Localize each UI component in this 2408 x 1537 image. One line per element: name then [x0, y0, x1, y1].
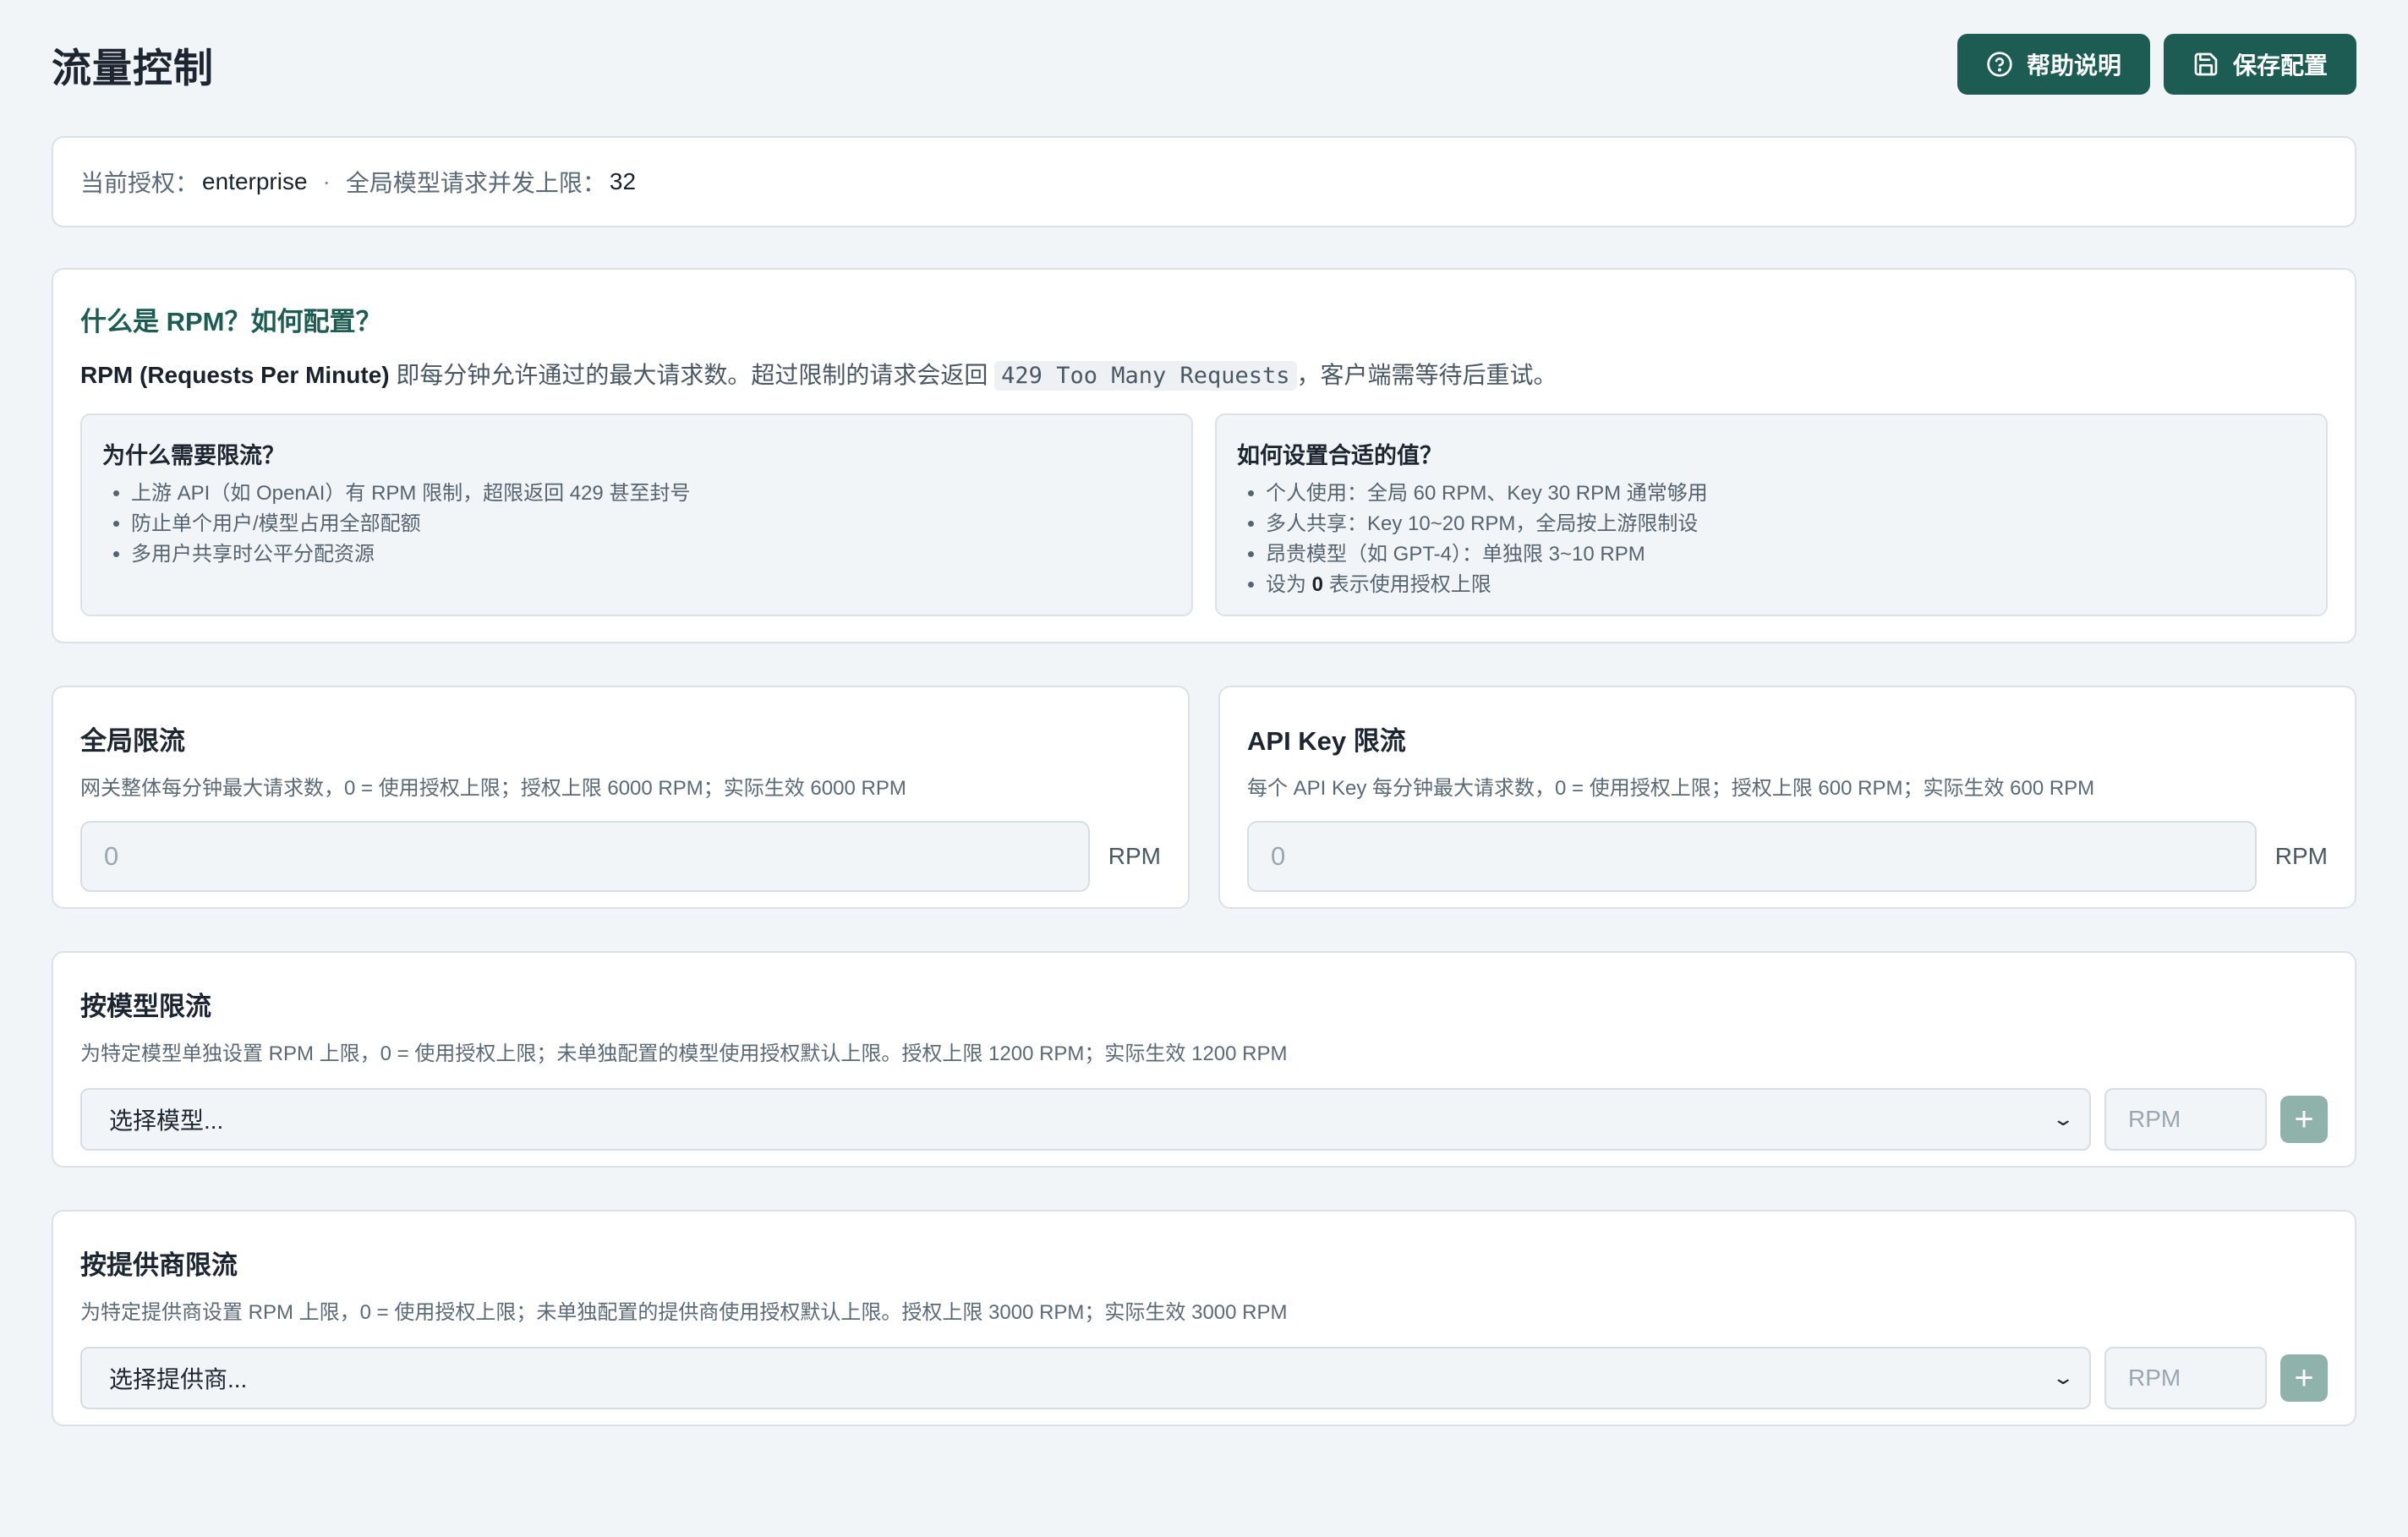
global-limit-desc: 网关整体每分钟最大请求数，0 = 使用授权上限；授权上限 6000 RPM；实际… — [80, 777, 906, 800]
license-separator: · — [322, 168, 331, 194]
provider-select-value: 选择提供商... — [109, 1366, 248, 1392]
list-item: 设为 0 表示使用授权上限 — [1266, 570, 2306, 600]
key-limit-input-row: 0 RPM — [1247, 821, 2328, 892]
key-limit-input[interactable]: 0 — [1247, 821, 2257, 892]
list-item: 上游 API（如 OpenAI）有 RPM 限制，超限返回 429 甚至封号 — [131, 479, 1171, 509]
license-label: 当前授权： — [80, 170, 200, 196]
concurrency-label: 全局模型请求并发上限： — [345, 170, 606, 196]
model-limit-row: 选择模型... ⌄ RPM + — [80, 1088, 2328, 1151]
why-limit-box: 为什么需要限流？ 上游 API（如 OpenAI）有 RPM 限制，超限返回 4… — [80, 413, 1193, 616]
why-limit-title: 为什么需要限流？ — [102, 443, 285, 468]
rpm-help-card: 什么是 RPM？如何配置？ RPM (Requests Per Minute) … — [52, 268, 2356, 643]
license-value: enterprise — [202, 168, 308, 194]
provider-limit-row: 选择提供商... ⌄ RPM + — [80, 1347, 2328, 1409]
save-button-label: 保存配置 — [2232, 52, 2328, 79]
model-select-value: 选择模型... — [109, 1108, 224, 1134]
how-to-set-box: 如何设置合适的值？ 个人使用：全局 60 RPM、Key 30 RPM 通常够用… — [1215, 413, 2328, 616]
list-item-suffix: 表示使用授权上限 — [1323, 573, 1491, 596]
model-limit-title: 按模型限流 — [80, 992, 211, 1021]
model-select[interactable]: 选择模型... ⌄ — [80, 1088, 2091, 1151]
save-button[interactable]: 保存配置 — [2163, 34, 2356, 95]
page-header: 流量控制 帮助说明 保存配置 — [52, 0, 2356, 129]
help-intro-bold: RPM (Requests Per Minute) — [80, 362, 390, 388]
help-button-label: 帮助说明 — [2026, 52, 2121, 79]
how-to-set-list: 个人使用：全局 60 RPM、Key 30 RPM 通常够用 多人共享：Key … — [1237, 479, 2306, 600]
help-intro-tail: ，客户端需等待后重试。 — [1296, 362, 1557, 388]
key-limit-title: API Key 限流 — [1247, 726, 1406, 756]
help-boxes: 为什么需要限流？ 上游 API（如 OpenAI）有 RPM 限制，超限返回 4… — [80, 413, 2328, 616]
list-item: 多用户共享时公平分配资源 — [131, 539, 1171, 570]
question-circle-icon — [1987, 52, 2012, 77]
provider-limit-card: 按提供商限流 为特定提供商设置 RPM 上限，0 = 使用授权上限；未单独配置的… — [52, 1210, 2356, 1426]
page-title: 流量控制 — [52, 45, 214, 90]
key-limit-card: API Key 限流 每个 API Key 每分钟最大请求数，0 = 使用授权上… — [1218, 686, 2356, 909]
list-item: 个人使用：全局 60 RPM、Key 30 RPM 通常够用 — [1266, 479, 2306, 509]
provider-rpm-input[interactable]: RPM — [2104, 1347, 2267, 1409]
global-limit-card: 全局限流 网关整体每分钟最大请求数，0 = 使用授权上限；授权上限 6000 R… — [52, 686, 1190, 909]
concurrency-value: 32 — [609, 168, 637, 194]
global-limit-title: 全局限流 — [80, 726, 185, 756]
provider-select[interactable]: 选择提供商... ⌄ — [80, 1347, 2091, 1409]
chevron-down-icon: ⌄ — [2050, 1108, 2075, 1130]
help-button[interactable]: 帮助说明 — [1956, 34, 2150, 95]
provider-limit-title: 按提供商限流 — [80, 1250, 238, 1280]
key-limit-unit: RPM — [2274, 843, 2328, 869]
help-intro-code: 429 Too Many Requests — [994, 361, 1297, 391]
provider-limit-desc: 为特定提供商设置 RPM 上限，0 = 使用授权上限；未单独配置的提供商使用授权… — [80, 1301, 1288, 1324]
why-limit-list: 上游 API（如 OpenAI）有 RPM 限制，超限返回 429 甚至封号 防… — [102, 479, 1171, 570]
global-limit-input-row: 0 RPM — [80, 821, 1161, 892]
chevron-down-icon: ⌄ — [2050, 1367, 2075, 1388]
global-limit-input[interactable]: 0 — [80, 821, 1090, 892]
help-intro: RPM (Requests Per Minute) 即每分钟允许通过的最大请求数… — [80, 358, 2328, 393]
list-item: 防止单个用户/模型占用全部配额 — [131, 509, 1171, 539]
how-to-set-title: 如何设置合适的值？ — [1237, 443, 1442, 468]
list-item-prefix: 设为 — [1266, 573, 1312, 596]
traffic-control-page: 流量控制 帮助说明 保存配置 当前授权： enterprise · 全局模型请求… — [0, 0, 2408, 1537]
model-limit-card: 按模型限流 为特定模型单独设置 RPM 上限，0 = 使用授权上限；未单独配置的… — [52, 951, 2356, 1168]
list-item: 昂贵模型（如 GPT-4）：单独限 3~10 RPM — [1266, 539, 2306, 570]
list-item-bold: 0 — [1311, 573, 1324, 596]
add-model-limit-button[interactable]: + — [2280, 1096, 2328, 1143]
model-limit-desc: 为特定模型单独设置 RPM 上限，0 = 使用授权上限；未单独配置的模型使用授权… — [80, 1042, 1288, 1065]
license-info-bar: 当前授权： enterprise · 全局模型请求并发上限： 32 — [52, 136, 2356, 227]
header-actions: 帮助说明 保存配置 — [1956, 34, 2356, 95]
add-provider-limit-button[interactable]: + — [2280, 1354, 2328, 1402]
help-title: 什么是 RPM？如何配置？ — [80, 307, 382, 336]
limit-row: 全局限流 网关整体每分钟最大请求数，0 = 使用授权上限；授权上限 6000 R… — [52, 686, 2356, 909]
help-intro-text: 即每分钟允许通过的最大请求数。超过限制的请求会返回 — [389, 362, 995, 388]
model-rpm-input[interactable]: RPM — [2104, 1088, 2267, 1151]
list-item: 多人共享：Key 10~20 RPM，全局按上游限制设 — [1266, 509, 2306, 539]
floppy-disk-icon — [2194, 52, 2218, 76]
global-limit-unit: RPM — [1108, 843, 1161, 869]
key-limit-desc: 每个 API Key 每分钟最大请求数，0 = 使用授权上限；授权上限 600 … — [1247, 777, 2095, 800]
